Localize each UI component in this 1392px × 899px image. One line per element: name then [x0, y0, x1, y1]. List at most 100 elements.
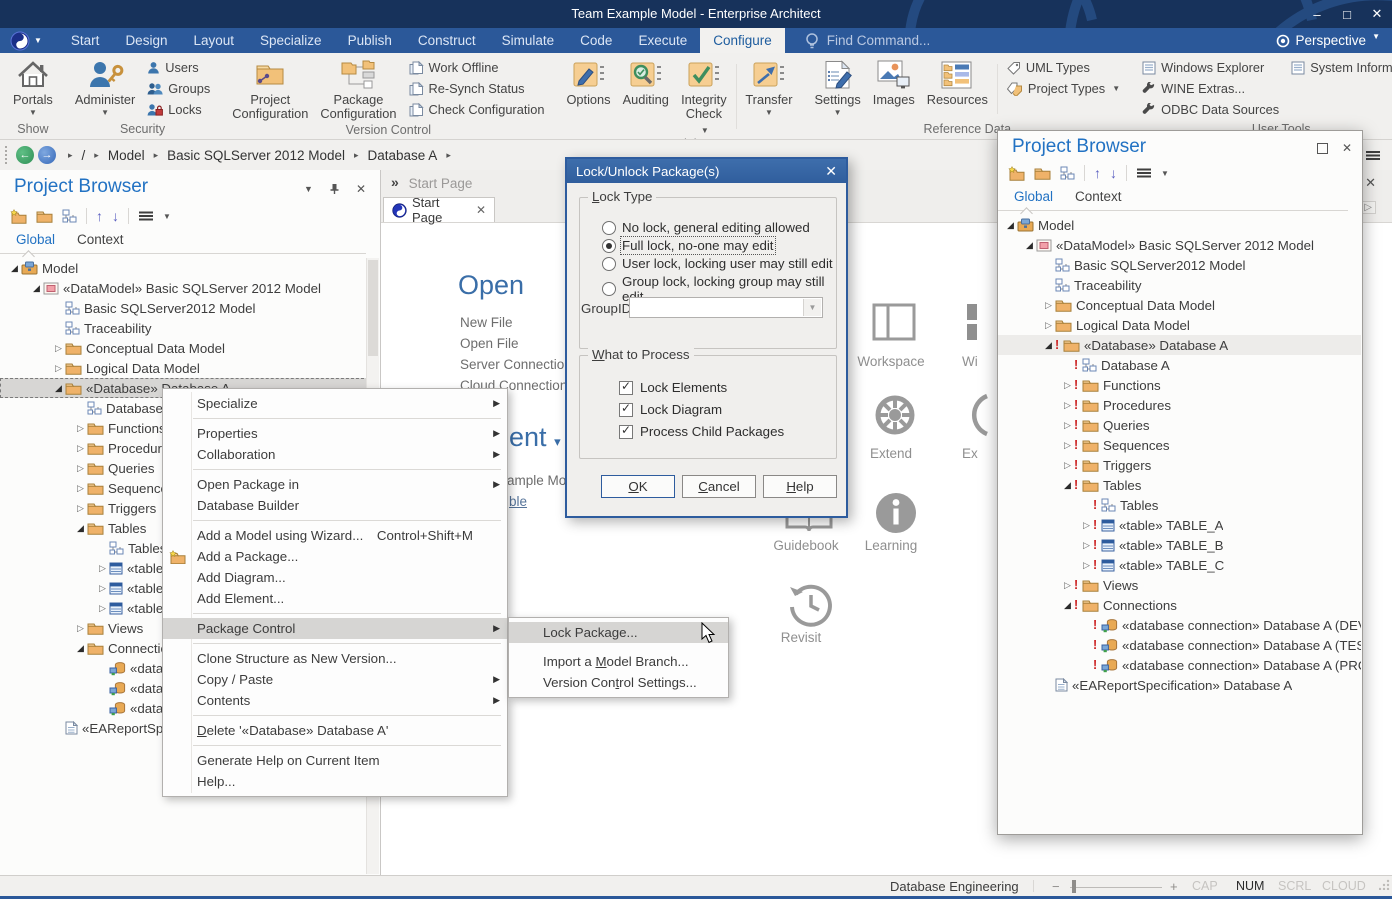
breadcrumb-item[interactable]: Database A — [368, 148, 438, 163]
expand-icon[interactable]: ▷ — [96, 583, 109, 594]
collapse-icon[interactable]: ◢ — [8, 263, 21, 274]
ribbon-tab-design[interactable]: Design — [112, 28, 180, 53]
move-up-icon[interactable]: ↑ — [1094, 166, 1101, 180]
expand-icon[interactable]: ▷ — [74, 483, 87, 494]
tree-row[interactable]: Traceability — [0, 318, 379, 338]
check-configuration-button[interactable]: Check Configuration — [409, 102, 545, 117]
tab-context[interactable]: Context — [1075, 189, 1122, 204]
tree-row[interactable]: ▷!Functions — [998, 375, 1361, 395]
expand-icon[interactable]: ▷ — [1061, 420, 1074, 431]
help-button[interactable]: Help — [763, 475, 837, 498]
package-configuration-button[interactable]: Package Configuration — [314, 56, 402, 123]
folder-icon[interactable] — [36, 209, 53, 223]
administer-button[interactable]: Administer▼ — [69, 56, 141, 119]
tree-row[interactable]: ◢!Connections — [998, 595, 1361, 615]
menu-item-lock-package[interactable]: Lock Package... — [509, 622, 728, 643]
lock-type-radio-0[interactable]: No lock, general editing allowed — [602, 220, 810, 235]
collapse-icon[interactable]: ◢ — [1061, 480, 1074, 491]
tree-row[interactable]: ◢!«Database» Database A — [998, 335, 1361, 355]
scrollbar-thumb[interactable] — [368, 260, 378, 356]
expand-icon[interactable]: ▷ — [74, 623, 87, 634]
tab-global[interactable]: Global — [16, 232, 55, 247]
ribbon-tab-layout[interactable]: Layout — [180, 28, 247, 53]
move-down-icon[interactable]: ↓ — [1110, 166, 1117, 180]
locks-button[interactable]: Locks — [147, 102, 210, 117]
expand-icon[interactable]: ▷ — [1061, 380, 1074, 391]
close-icon[interactable]: ✕ — [1370, 6, 1384, 22]
process-checkbox-lock-elements[interactable]: Lock Elements — [619, 380, 727, 395]
menu-item-add-element[interactable]: Add Element... — [163, 588, 507, 609]
menu-item-generate-help-on-current-item[interactable]: Generate Help on Current Item — [163, 750, 507, 771]
expand-icon[interactable]: ▷ — [52, 343, 65, 354]
collapse-icon[interactable]: ◢ — [1061, 600, 1074, 611]
zoom-in-button[interactable]: + — [1170, 879, 1178, 894]
menu-item-import-a-model-branch[interactable]: Import a Model Branch... — [509, 651, 728, 672]
ribbon-tab-construct[interactable]: Construct — [405, 28, 489, 53]
toolbar-drag-handle[interactable] — [5, 146, 10, 164]
diagram-icon[interactable] — [1060, 166, 1075, 180]
perspective-button[interactable]: Perspective ▼ — [1276, 28, 1380, 53]
tab-well-close-icon[interactable]: ✕ — [1365, 175, 1376, 191]
expand-icon[interactable]: ▷ — [1042, 300, 1055, 311]
start-tile-wi[interactable] — [965, 302, 995, 342]
breadcrumb-item[interactable]: Model — [108, 148, 145, 163]
expand-icon[interactable]: ▷ — [1061, 460, 1074, 471]
app-logo[interactable]: ▼ — [10, 28, 42, 53]
move-down-icon[interactable]: ↓ — [112, 209, 119, 223]
ribbon-tab-configure[interactable]: Configure — [700, 28, 785, 53]
menu-item-version-control-settings[interactable]: Version Control Settings... — [509, 672, 728, 693]
odbc-data-sources-button[interactable]: ODBC Data Sources — [1142, 102, 1279, 117]
panel-dropdown-icon[interactable]: ▼ — [304, 184, 313, 194]
tree-row[interactable]: ▷!Triggers — [998, 455, 1361, 475]
menu-item-collaboration[interactable]: Collaboration▶ — [163, 444, 507, 465]
portals-button[interactable]: Portals▼ — [7, 56, 59, 119]
tree-row[interactable]: Basic SQLServer2012 Model — [998, 255, 1361, 275]
tree-row[interactable]: ◢«DataModel» Basic SQLServer 2012 Model — [0, 278, 379, 298]
status-toggle-cloud[interactable]: CLOUD — [1322, 879, 1366, 893]
auditing-button[interactable]: Auditing — [617, 56, 675, 108]
breadcrumb-item[interactable]: Basic SQLServer 2012 Model — [167, 148, 345, 163]
dialog-close-icon[interactable]: ✕ — [825, 163, 837, 180]
re-synch-status-button[interactable]: Re-Synch Status — [409, 81, 545, 96]
start-tile-learning[interactable] — [873, 490, 919, 536]
cancel-button[interactable]: Cancel — [682, 475, 756, 498]
expand-icon[interactable]: ▷ — [96, 603, 109, 614]
menu-item-package-control[interactable]: Package Control▶ — [163, 618, 507, 639]
process-checkbox-lock-diagram[interactable]: Lock Diagram — [619, 402, 722, 417]
tree-row[interactable]: ▷Logical Data Model — [0, 358, 379, 378]
expand-icon[interactable]: ▷ — [1061, 580, 1074, 591]
ribbon-tab-specialize[interactable]: Specialize — [247, 28, 335, 53]
tb-newpkg-icon[interactable] — [1008, 166, 1025, 181]
menu-item-add-diagram[interactable]: Add Diagram... — [163, 567, 507, 588]
nav-back-button[interactable]: ← — [16, 146, 34, 164]
tab-close-icon[interactable]: ✕ — [476, 203, 486, 217]
collapse-icon[interactable]: ◢ — [1004, 220, 1017, 231]
expand-icon[interactable]: ▷ — [74, 443, 87, 454]
tree-row[interactable]: ◢Model — [0, 258, 379, 278]
expand-icon[interactable]: ▷ — [96, 563, 109, 574]
images-button[interactable]: Images — [867, 56, 921, 108]
expand-icon[interactable]: ▷ — [52, 363, 65, 374]
expand-icon[interactable]: ▷ — [74, 463, 87, 474]
uml-types-button[interactable]: UML Types — [1007, 60, 1120, 75]
combobox-caret-icon[interactable]: ▼ — [803, 299, 821, 316]
tree-row[interactable]: Basic SQLServer2012 Model — [0, 298, 379, 318]
menu-caret-icon[interactable]: ▼ — [1161, 169, 1169, 178]
hamburger-menu-icon[interactable] — [138, 210, 154, 222]
start-tile-revisit[interactable] — [787, 582, 835, 628]
start-link-new-file[interactable]: New File — [460, 315, 513, 330]
tree-row[interactable]: ◢!Tables — [998, 475, 1361, 495]
folder-icon[interactable] — [1034, 166, 1051, 180]
tree-row[interactable]: Traceability — [998, 275, 1361, 295]
menu-item-database-builder[interactable]: Database Builder — [163, 495, 507, 516]
nav-forward-button[interactable]: → — [38, 146, 56, 164]
tree-row[interactable]: !Tables — [998, 495, 1361, 515]
zoom-slider-thumb[interactable] — [1072, 880, 1076, 893]
integrity-check-button[interactable]: Integrity Check ▼ — [675, 56, 733, 137]
resources-button[interactable]: Resources — [921, 56, 994, 108]
status-toggle-num[interactable]: NUM — [1236, 879, 1264, 893]
ok-button[interactable]: OK — [601, 475, 675, 498]
menu-item-help[interactable]: Help... — [163, 771, 507, 792]
collapse-icon[interactable]: ◢ — [52, 383, 65, 394]
tree-row[interactable]: ▷!«table» TABLE_B — [998, 535, 1361, 555]
